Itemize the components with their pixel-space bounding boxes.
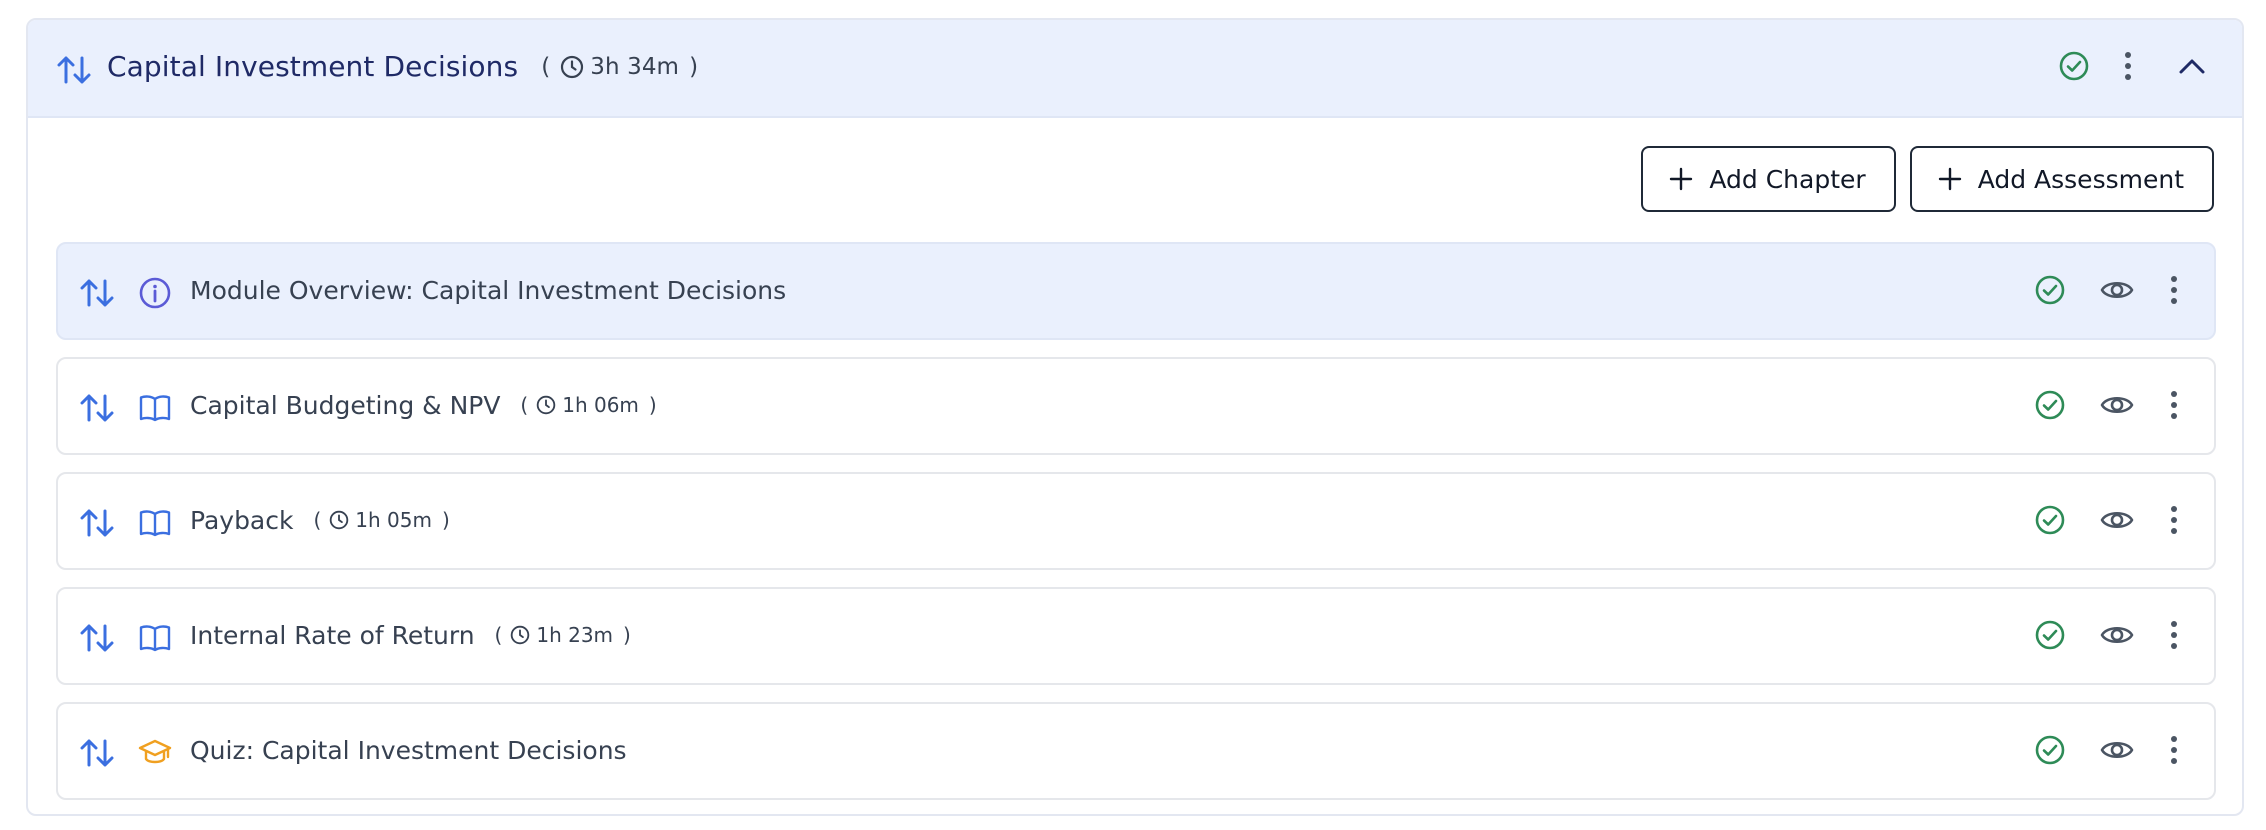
add-chapter-button[interactable]: Add Chapter (1641, 146, 1896, 212)
chapter-duration: ( 1h 05m ) (313, 508, 449, 532)
sort-arrows-icon[interactable] (56, 54, 92, 86)
row-actions (2034, 504, 2180, 536)
list-item-chapter[interactable]: Capital Budgeting & NPV ( 1h 06m ) (56, 357, 2216, 455)
sort-arrows-icon[interactable] (80, 737, 114, 769)
graduation-cap-icon (138, 739, 172, 764)
list-item-label: Module Overview: Capital Investment Deci… (190, 276, 787, 305)
more-vertical-icon[interactable] (2168, 504, 2180, 536)
chapter-duration: ( 1h 06m ) (520, 393, 656, 417)
add-assessment-label: Add Assessment (1977, 164, 2184, 194)
check-circle-icon[interactable] (2034, 734, 2066, 766)
list-item-chapter[interactable]: Internal Rate of Return ( 1h 23m ) (56, 587, 2216, 685)
book-icon (139, 510, 171, 537)
eye-icon[interactable] (2100, 507, 2134, 533)
plus-icon (1938, 167, 1961, 191)
check-circle-icon[interactable] (2034, 389, 2066, 421)
check-circle-icon[interactable] (2034, 504, 2066, 536)
row-actions (2034, 734, 2180, 766)
clock-icon (511, 625, 530, 645)
sort-arrows-icon[interactable] (80, 622, 114, 654)
clock-icon (536, 395, 556, 415)
chevron-up-icon[interactable] (2178, 57, 2206, 75)
add-assessment-button[interactable]: Add Assessment (1909, 146, 2214, 212)
book-icon (139, 395, 171, 422)
row-actions (2034, 389, 2180, 421)
clock-icon (330, 510, 349, 530)
sort-arrows-icon[interactable] (80, 392, 114, 424)
eye-icon[interactable] (2100, 392, 2134, 418)
chapter-duration-value: 1h 06m (562, 393, 639, 417)
row-actions (2034, 619, 2180, 651)
chapter-list: Module Overview: Capital Investment Deci… (56, 242, 2216, 814)
eye-icon[interactable] (2100, 622, 2134, 648)
module-header[interactable]: Capital Investment Decisions ( 3h 34m ) (28, 20, 2242, 118)
module-duration-value: 3h 34m (590, 54, 680, 80)
module-duration: ( 3h 34m ) (541, 54, 698, 80)
more-vertical-icon[interactable] (2168, 734, 2180, 766)
row-actions (2034, 274, 2180, 306)
paren-close: ) (441, 508, 450, 532)
eye-icon[interactable] (2100, 737, 2134, 763)
sort-arrows-icon[interactable] (80, 277, 114, 309)
chapter-duration-value: 1h 05m (355, 508, 432, 532)
more-vertical-icon[interactable] (2168, 619, 2180, 651)
check-circle-icon[interactable] (2034, 619, 2066, 651)
list-item-quiz[interactable]: Quiz: Capital Investment Decisions (56, 702, 2216, 800)
more-vertical-icon[interactable] (2168, 274, 2180, 306)
sort-arrows-icon[interactable] (80, 507, 114, 539)
clock-icon (561, 55, 584, 79)
paren-close: ) (623, 623, 631, 647)
list-item-label-wrap: Internal Rate of Return ( 1h 23m ) (190, 621, 631, 650)
more-vertical-icon[interactable] (2122, 50, 2134, 82)
module-title: Capital Investment Decisions (107, 50, 519, 83)
list-item-chapter[interactable]: Payback ( 1h 05m ) (56, 472, 2216, 570)
add-chapter-label: Add Chapter (1709, 164, 1866, 194)
module-header-actions (2058, 50, 2206, 82)
paren-close: ) (689, 54, 699, 80)
book-icon (139, 625, 171, 652)
paren-open: ( (494, 623, 503, 647)
chapter-duration: ( 1h 23m ) (495, 623, 631, 647)
list-item-label-wrap: Payback ( 1h 05m ) (190, 506, 450, 535)
list-item-module-overview[interactable]: Module Overview: Capital Investment Deci… (56, 242, 2216, 340)
list-item-label-wrap: Quiz: Capital Investment Decisions (190, 736, 627, 765)
check-circle-icon[interactable] (2058, 50, 2090, 82)
check-circle-icon[interactable] (2034, 274, 2066, 306)
plus-icon (1670, 167, 1693, 191)
paren-open: ( (541, 54, 551, 80)
more-vertical-icon[interactable] (2168, 389, 2180, 421)
list-item-label: Payback (190, 506, 294, 535)
module-action-buttons: Add Chapter Add Assessment (1641, 146, 2214, 212)
module-title-wrap: Capital Investment Decisions ( 3h 34m ) (107, 50, 698, 83)
list-item-label: Quiz: Capital Investment Decisions (190, 736, 627, 765)
paren-close: ) (648, 393, 657, 417)
paren-open: ( (313, 508, 322, 532)
eye-icon[interactable] (2100, 277, 2134, 303)
list-item-label: Capital Budgeting & NPV (190, 391, 501, 420)
module-card: Capital Investment Decisions ( 3h 34m ) (26, 18, 2244, 816)
list-item-label-wrap: Capital Budgeting & NPV ( 1h 06m ) (190, 391, 657, 420)
paren-open: ( (520, 393, 529, 417)
chapter-duration-value: 1h 23m (536, 623, 614, 647)
list-item-label-wrap: Module Overview: Capital Investment Deci… (190, 276, 786, 305)
list-item-label: Internal Rate of Return (190, 621, 475, 650)
info-icon (139, 277, 171, 309)
